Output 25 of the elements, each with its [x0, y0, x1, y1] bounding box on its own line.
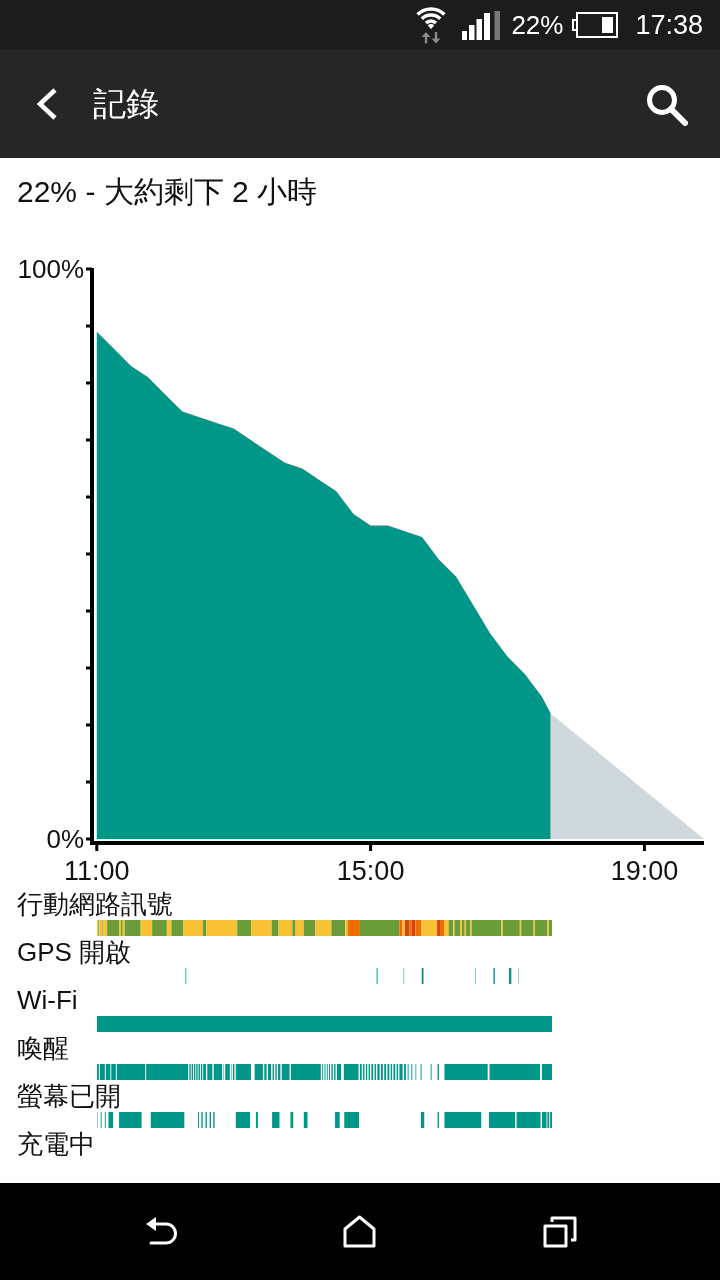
x-axis-label: 15:00: [336, 856, 405, 886]
recent-apps-button[interactable]: [543, 1215, 577, 1248]
search-icon: [645, 82, 688, 126]
search-button[interactable]: [645, 82, 688, 126]
battery-summary: 22% - 大約剩下 2 小時: [17, 174, 318, 210]
signal-icon: [462, 10, 501, 40]
timeline-label: 喚醒: [17, 1033, 69, 1063]
timeline-label: 充電中: [17, 1129, 95, 1159]
y-axis-label: 100%: [17, 254, 84, 284]
back-arrow-icon: [145, 1215, 178, 1248]
battery-icon: [572, 12, 619, 38]
x-axis-label: 19:00: [610, 856, 679, 886]
screen-title: 記錄: [93, 84, 159, 124]
recent-apps-icon: [543, 1215, 577, 1248]
home-button[interactable]: [343, 1215, 376, 1248]
y-axis-label: 0%: [46, 824, 84, 854]
x-axis-label: 11:00: [64, 856, 130, 886]
nav-back-button[interactable]: [145, 1215, 178, 1248]
timeline-label: 行動網路訊號: [17, 889, 173, 919]
timeline-label: GPS 開啟: [17, 937, 132, 967]
battery-percent: 22%: [511, 10, 564, 40]
clock: 17:38: [635, 10, 703, 40]
timeline-label: 螢幕已開: [17, 1081, 121, 1111]
home-icon: [343, 1215, 376, 1248]
timeline-label: Wi-Fi: [17, 985, 78, 1015]
